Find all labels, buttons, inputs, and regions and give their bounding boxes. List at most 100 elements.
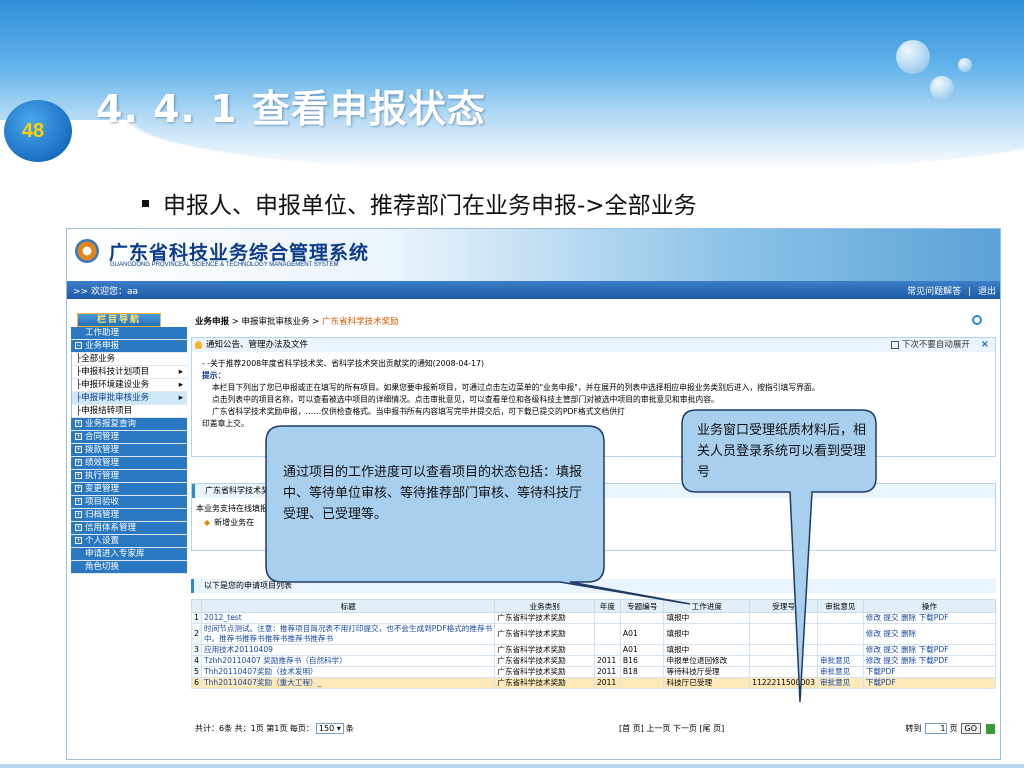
table-row[interactable]: 4 Tzhh20110407 奖励推荐书（自然科学） 广东省科学技术奖励 2011 B1… — [191, 655, 997, 667]
cell-opinion[interactable] — [816, 623, 864, 645]
notice-link[interactable]: - -关于推荐2008年度省科学技术奖、省科学技术突出贡献奖的通知(2008-0… — [202, 358, 985, 370]
cell-opinion[interactable] — [816, 644, 864, 656]
cell-opinion[interactable]: 审批意见 — [816, 655, 864, 667]
excel-icon[interactable] — [986, 723, 995, 734]
sidebar-item[interactable]: ├申报审批审核业务 ▸ — [71, 392, 187, 405]
callout-right-text: 业务窗口受理纸质材料后，相关人员登录系统可以看到受理号 — [697, 423, 867, 480]
cell-year: 2011 — [593, 666, 621, 678]
sidebar-item[interactable]: 角色切换 — [71, 561, 187, 574]
sidebar-item[interactable]: + 归档管理 — [71, 509, 187, 522]
sidebar-item-label: 申请进入专家库 — [85, 549, 145, 559]
expand-icon[interactable]: + — [75, 446, 82, 453]
breadcrumb-separator: > — [309, 317, 323, 327]
table-row[interactable]: 5 Thh20110407奖励（技术发明） 广东省科学技术奖励 2011 B18 等待科技… — [191, 666, 997, 678]
table-row[interactable]: 6 Thh20110407奖励（重大工程）_ 广东省科学技术奖励 2011 科技厅已受理… — [191, 677, 997, 689]
expand-icon[interactable]: + — [75, 472, 82, 479]
sidebar-item[interactable]: ├申报科技计划项目 ▸ — [71, 366, 187, 379]
sidebar-item[interactable]: + 个人设置 — [71, 535, 187, 548]
sidebar-item-label: 变更管理 — [85, 484, 120, 494]
sidebar-item[interactable]: + 拨款管理 — [71, 444, 187, 457]
lightbulb-icon — [195, 341, 202, 349]
faq-link[interactable]: 常见问题解答 — [907, 287, 961, 297]
go-button[interactable]: GO — [960, 723, 981, 734]
cell-title[interactable]: Tzhh20110407 奖励推荐书（自然科学） — [200, 655, 496, 667]
cell-progress: 申报单位退回修改 — [663, 655, 751, 667]
cell-ops[interactable]: 修改 提交 删除 下载PDF — [862, 655, 997, 667]
cell-idx: 4 — [191, 655, 202, 667]
expand-icon[interactable]: + — [75, 537, 82, 544]
expand-icon[interactable]: + — [75, 498, 82, 505]
breadcrumb-mid[interactable]: 申报审批审核业务 — [242, 317, 310, 327]
cell-acc — [749, 666, 818, 678]
cell-title[interactable]: 时间节点测试。注意：推荐项目简况表不用打印提交，也不会生成到PDF格式的推荐书中… — [200, 623, 496, 645]
expand-icon[interactable]: + — [75, 459, 82, 466]
sidebar-item[interactable]: + 项目验收 — [71, 496, 187, 509]
no-popup-checkbox[interactable] — [890, 340, 899, 349]
table-row[interactable]: 3 应用技术20110409 广东省科学技术奖励 A01 填报中 修改 提交 删除 下载P… — [191, 644, 997, 656]
cell-idx: 3 — [191, 644, 202, 656]
table-row[interactable]: 2 时间节点测试。注意：推荐项目简况表不用打印提交，也不会生成到PDF格式的推荐书… — [191, 623, 997, 645]
cell-idx: 6 — [191, 677, 202, 689]
sidebar-item[interactable]: + 绩效管理 — [71, 457, 187, 470]
sidebar-item[interactable]: − 业务申报 — [71, 340, 187, 353]
logout-link[interactable]: 退出 — [978, 287, 996, 297]
expand-icon[interactable]: + — [75, 524, 82, 531]
sidebar-item-label: 申报审批审核业务 — [81, 393, 150, 403]
sidebar-item[interactable]: + 业务报复查询 — [71, 418, 187, 431]
cell-ops[interactable]: 修改 提交 删除 — [862, 623, 997, 645]
cell-title[interactable]: Thh20110407奖励（技术发明） — [200, 666, 496, 678]
cell-progress: 填报中 — [663, 612, 751, 624]
sidebar-item[interactable]: ├全部业务 — [71, 353, 187, 366]
table-row[interactable]: 1 2012_test 广东省科学技术奖励 填报中 修改 提交 删除 下载PDF — [191, 612, 997, 624]
cell-acc — [749, 623, 818, 645]
sidebar-item-label: 个人设置 — [85, 536, 120, 546]
sidebar-item-label: 业务申报 — [85, 341, 120, 351]
cell-opinion[interactable]: 审批意见 — [816, 677, 864, 689]
cell-ops[interactable]: 下载PDF — [862, 666, 997, 678]
cell-ops[interactable]: 下载PDF — [862, 677, 997, 689]
per-page-select[interactable]: 150 ▾ — [315, 723, 344, 734]
app-subtitle: GUANGDONG PROVINCEAL SCIENCE & TECHNOLOG… — [110, 262, 339, 268]
sidebar-item[interactable]: 申请进入专家库 — [71, 548, 187, 561]
cell-acc — [749, 612, 818, 624]
table-header-row: 标题 业务类别 年度 专题编号 工作进度 受理号 审批意见 操作 — [191, 599, 997, 613]
sidebar-item[interactable]: + 合同管理 — [71, 431, 187, 444]
column-header: 专题编号 — [619, 599, 665, 613]
app-topbar: >> 欢迎您：aa 常见问题解答 | 退出 — [67, 281, 1000, 299]
cell-progress: 填报中 — [663, 644, 751, 656]
cell-title[interactable]: Thh20110407奖励（重大工程）_ — [200, 677, 496, 689]
cell-opinion[interactable] — [816, 612, 864, 624]
page-input[interactable]: 1 — [924, 723, 947, 734]
collapse-icon[interactable]: − — [75, 342, 82, 349]
sidebar-item[interactable]: + 变更管理 — [71, 483, 187, 496]
expand-icon[interactable]: + — [75, 511, 82, 518]
sidebar-item-label: 归档管理 — [85, 510, 120, 520]
notice-tip-label: 提示： — [202, 371, 226, 380]
sidebar-item[interactable]: ├申报环境建设业务 ▸ — [71, 379, 187, 392]
pager-nav[interactable]: [首 页] 上一页 下一页 [尾 页] — [619, 723, 724, 734]
nav-list: 工作助理 − 业务申报 ├全部业务 ├申报科技计划项目 ▸ ├申报环境建设业务 ▸ ├申报审批审… — [71, 327, 187, 574]
sidebar-item[interactable]: 工作助理 — [71, 327, 187, 340]
expand-icon[interactable]: + — [75, 433, 82, 440]
sidebar-item[interactable]: + 执行管理 — [71, 470, 187, 483]
column-header: 标题 — [200, 599, 496, 613]
sidebar-item[interactable]: ├申报结转项目 — [71, 405, 187, 418]
expand-icon[interactable]: + — [75, 420, 82, 427]
cell-title[interactable]: 应用技术20110409 — [200, 644, 496, 656]
help-icon[interactable] — [972, 315, 982, 325]
cell-ops[interactable]: 修改 提交 删除 下载PDF — [862, 612, 997, 624]
cell-opinion[interactable]: 审批意见 — [816, 666, 864, 678]
breadcrumb-root[interactable]: 业务申报 — [195, 317, 229, 327]
expand-icon[interactable]: + — [75, 485, 82, 492]
cell-cat: 广东省科学技术奖励 — [494, 677, 595, 689]
info-panel-new-text[interactable]: 新增业务在 — [214, 518, 254, 527]
sidebar-item-label: 申报结转项目 — [81, 406, 133, 416]
cell-title[interactable]: 2012_test — [200, 612, 496, 624]
cell-cat: 广东省科学技术奖励 — [494, 623, 595, 645]
sidebar-item-label: 申报科技计划项目 — [81, 367, 150, 377]
cell-year — [593, 623, 621, 645]
sidebar-item[interactable]: + 信用体系管理 — [71, 522, 187, 535]
cell-ops[interactable]: 修改 提交 删除 下载PDF — [862, 644, 997, 656]
chevron-right-icon: ▸ — [178, 393, 183, 403]
close-icon[interactable]: × — [981, 339, 989, 350]
